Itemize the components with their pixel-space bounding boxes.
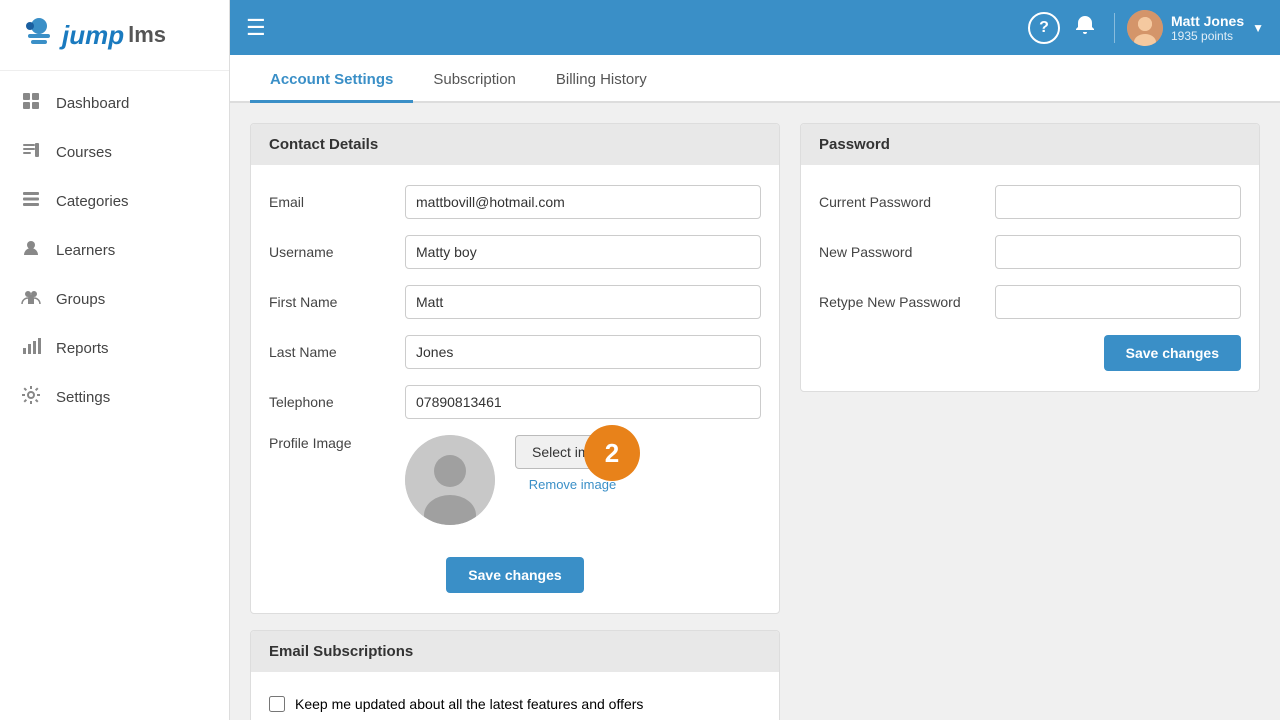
page-body: Contact Details Email Username First Nam… xyxy=(230,103,1280,720)
content-area: Account Settings Subscription Billing Hi… xyxy=(230,55,1280,720)
main-area: ☰ ? Matt Jones 1935 points xyxy=(230,0,1280,720)
reports-icon xyxy=(20,336,42,361)
bell-icon[interactable] xyxy=(1068,8,1102,48)
user-points: 1935 points xyxy=(1171,29,1244,43)
avatar xyxy=(1127,10,1163,46)
contact-details-body: Email Username First Name Last N xyxy=(251,165,779,613)
tab-account-settings[interactable]: Account Settings xyxy=(250,55,413,103)
new-password-row: New Password xyxy=(819,235,1241,269)
left-panel: Contact Details Email Username First Nam… xyxy=(250,123,780,720)
password-body: Current Password New Password Retype New… xyxy=(801,165,1259,391)
contact-save-row: Save changes xyxy=(269,557,761,593)
select-image-button[interactable]: Select image xyxy=(515,435,630,469)
hamburger-icon[interactable]: ☰ xyxy=(246,15,266,41)
firstname-input[interactable] xyxy=(405,285,761,319)
email-subscriptions-body: Keep me updated about all the latest fea… xyxy=(251,672,779,720)
email-label: Email xyxy=(269,194,389,210)
email-subscriptions-card: Email Subscriptions Keep me updated abou… xyxy=(250,630,780,720)
topbar-left: ☰ xyxy=(246,15,266,41)
logo-text: jump xyxy=(62,20,124,51)
learners-label: Learners xyxy=(56,242,115,259)
telephone-label: Telephone xyxy=(269,394,389,410)
firstname-label: First Name xyxy=(269,294,389,310)
current-password-input[interactable] xyxy=(995,185,1241,219)
image-buttons: Select image 2 Remove image xyxy=(515,435,630,492)
groups-icon xyxy=(20,287,42,312)
retype-password-row: Retype New Password xyxy=(819,285,1241,319)
sidebar-item-reports[interactable]: Reports xyxy=(0,324,229,373)
firstname-row: First Name xyxy=(269,285,761,319)
lms-text: lms xyxy=(128,22,166,48)
remove-image-button[interactable]: Remove image xyxy=(515,477,630,492)
retype-password-input[interactable] xyxy=(995,285,1241,319)
email-input[interactable] xyxy=(405,185,761,219)
topbar-right: ? Matt Jones 1935 points xyxy=(1028,8,1264,48)
username-label: Username xyxy=(269,244,389,260)
jump-logo-icon xyxy=(20,16,58,54)
user-details: Matt Jones 1935 points xyxy=(1171,13,1244,43)
reports-label: Reports xyxy=(56,340,109,357)
new-password-label: New Password xyxy=(819,244,979,260)
settings-icon xyxy=(20,385,42,410)
lastname-row: Last Name xyxy=(269,335,761,369)
learners-icon xyxy=(20,238,42,263)
current-password-row: Current Password xyxy=(819,185,1241,219)
groups-label: Groups xyxy=(56,291,105,308)
settings-label: Settings xyxy=(56,389,110,406)
profile-image-label: Profile Image xyxy=(269,435,389,451)
logo-area: jump lms xyxy=(0,0,229,71)
email-subscriptions-header: Email Subscriptions xyxy=(251,631,779,672)
sidebar-item-learners[interactable]: Learners xyxy=(0,226,229,275)
contact-details-header: Contact Details xyxy=(251,124,779,165)
sidebar-item-groups[interactable]: Groups xyxy=(0,275,229,324)
right-panel: Password Current Password New Password R… xyxy=(800,123,1260,392)
tabs-bar: Account Settings Subscription Billing Hi… xyxy=(230,55,1280,103)
tab-subscription[interactable]: Subscription xyxy=(413,55,536,103)
password-save-button[interactable]: Save changes xyxy=(1104,335,1241,371)
profile-image-row: Profile Image xyxy=(269,435,761,541)
sidebar: jump lms Dashboard Courses Categories xyxy=(0,0,230,720)
courses-icon xyxy=(20,140,42,165)
user-info[interactable]: Matt Jones 1935 points ▼ xyxy=(1127,10,1264,46)
select-image-wrapper: Select image 2 xyxy=(515,435,630,469)
profile-avatar xyxy=(405,435,495,525)
topbar: ☰ ? Matt Jones 1935 points xyxy=(230,0,1280,55)
sidebar-item-dashboard[interactable]: Dashboard xyxy=(0,79,229,128)
profile-image-area: Select image 2 Remove image xyxy=(405,435,630,525)
telephone-input[interactable] xyxy=(405,385,761,419)
username-row: Username xyxy=(269,235,761,269)
dashboard-label: Dashboard xyxy=(56,95,129,112)
sidebar-nav: Dashboard Courses Categories Learners Gr… xyxy=(0,71,229,720)
tab-billing-history[interactable]: Billing History xyxy=(536,55,667,103)
sidebar-item-courses[interactable]: Courses xyxy=(0,128,229,177)
chevron-down-icon: ▼ xyxy=(1252,21,1264,35)
retype-password-label: Retype New Password xyxy=(819,294,979,310)
email-row: Email xyxy=(269,185,761,219)
categories-label: Categories xyxy=(56,193,129,210)
updates-checkbox[interactable] xyxy=(269,696,285,712)
lastname-label: Last Name xyxy=(269,344,389,360)
password-header: Password xyxy=(801,124,1259,165)
sidebar-item-settings[interactable]: Settings xyxy=(0,373,229,422)
courses-label: Courses xyxy=(56,144,112,161)
username-input[interactable] xyxy=(405,235,761,269)
user-name: Matt Jones xyxy=(1171,13,1244,29)
current-password-label: Current Password xyxy=(819,194,979,210)
categories-icon xyxy=(20,189,42,214)
password-card: Password Current Password New Password R… xyxy=(800,123,1260,392)
lastname-input[interactable] xyxy=(405,335,761,369)
contact-save-button[interactable]: Save changes xyxy=(446,557,583,593)
contact-details-card: Contact Details Email Username First Nam… xyxy=(250,123,780,614)
topbar-divider xyxy=(1114,13,1115,43)
updates-label: Keep me updated about all the latest fea… xyxy=(295,696,643,712)
telephone-row: Telephone xyxy=(269,385,761,419)
updates-checkbox-row: Keep me updated about all the latest fea… xyxy=(269,692,761,716)
dashboard-icon xyxy=(20,91,42,116)
sidebar-item-categories[interactable]: Categories xyxy=(0,177,229,226)
help-icon[interactable]: ? xyxy=(1028,12,1060,44)
new-password-input[interactable] xyxy=(995,235,1241,269)
password-save-row: Save changes xyxy=(819,335,1241,371)
